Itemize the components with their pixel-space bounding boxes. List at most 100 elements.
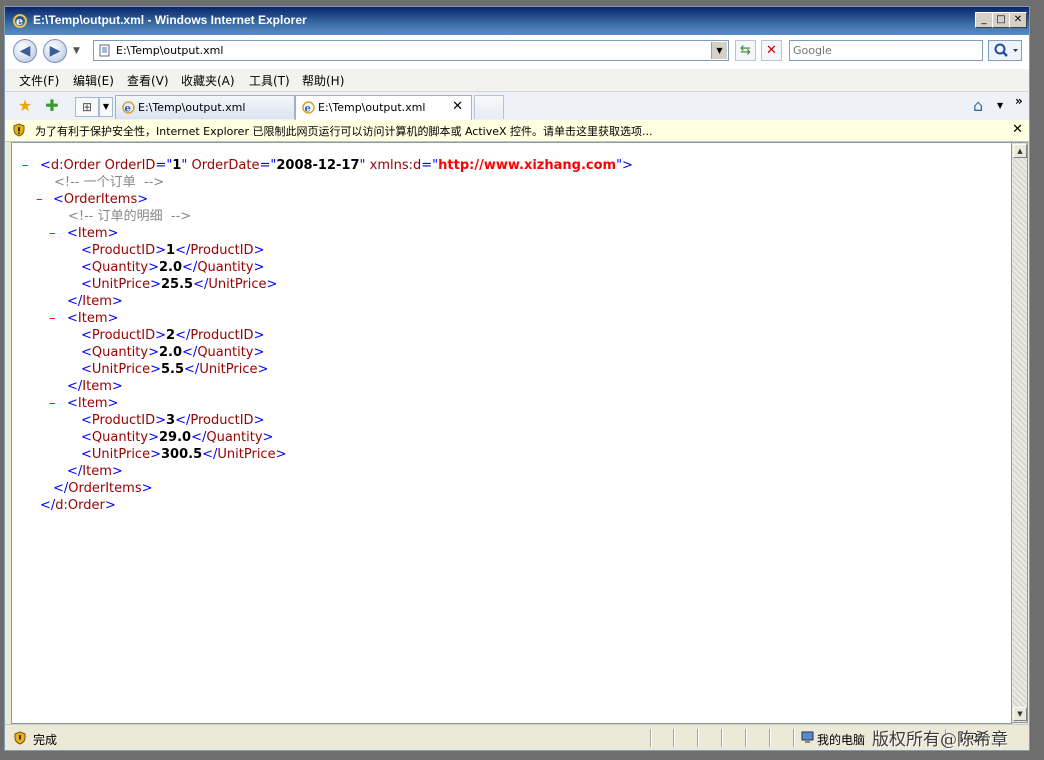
search-box[interactable]	[789, 40, 983, 61]
item-open-tag: <Item>	[67, 226, 119, 241]
field-productid: <ProductID>3</ProductID>	[81, 413, 265, 428]
close-tab-icon[interactable]: ✕	[452, 99, 463, 114]
svg-text:e: e	[305, 104, 311, 115]
watermark: 版权所有@陈希章	[872, 730, 1008, 750]
history-dropdown-icon[interactable]: ▼	[73, 46, 80, 56]
xml-comment: <!-- 一个订单 -->	[54, 175, 165, 190]
back-button[interactable]: ◀	[13, 39, 37, 63]
item-close-tag: </Item>	[67, 464, 123, 479]
ie-window: e E:\Temp\output.xml - Windows Internet …	[4, 6, 1030, 751]
orderitems-open-tag: <OrderItems>	[53, 192, 149, 207]
close-icon: ✕	[1013, 14, 1023, 25]
xml-comment: <!-- 订单的明细 -->	[68, 209, 192, 224]
vertical-scrollbar[interactable]: ▲ ▼	[1011, 142, 1028, 723]
minimize-button[interactable]: _	[975, 12, 993, 28]
item-open-tag: <Item>	[67, 396, 119, 411]
ie-page-icon: e	[122, 101, 135, 115]
add-favorite-icon[interactable]: ✚	[42, 96, 62, 116]
chevron-down-icon: ▼	[716, 46, 723, 55]
quick-tabs-button[interactable]: ⊞	[75, 97, 99, 117]
field-quantity: <Quantity>2.0</Quantity>	[81, 260, 265, 275]
close-window-button[interactable]: ✕	[1009, 12, 1027, 28]
window-title: E:\Temp\output.xml - Windows Internet Ex…	[33, 13, 307, 27]
favorites-star-icon[interactable]: ★	[15, 96, 35, 116]
refresh-button[interactable]: ⇆	[735, 40, 756, 61]
menu-favorites[interactable]: 收藏夹(A)	[181, 72, 235, 89]
status-divider	[769, 729, 771, 747]
address-input[interactable]	[116, 43, 706, 58]
status-divider	[697, 729, 699, 747]
collapse-toggle[interactable]: –	[36, 191, 43, 208]
tab-1[interactable]: e E:\Temp\output.xml	[115, 95, 295, 119]
shield-warning-icon	[14, 731, 26, 745]
field-unitprice: <UnitPrice>5.5</UnitPrice>	[81, 362, 269, 377]
menu-tools[interactable]: 工具(T)	[249, 72, 290, 89]
scroll-up-button[interactable]: ▲	[1013, 144, 1027, 158]
item-close-tag: </Item>	[67, 294, 123, 309]
collapse-toggle[interactable]: –	[49, 225, 56, 242]
status-text: 完成	[33, 733, 58, 747]
tab-list-dropdown[interactable]: ▼	[99, 97, 113, 117]
field-quantity: <Quantity>29.0</Quantity>	[81, 430, 274, 445]
menu-help[interactable]: 帮助(H)	[302, 72, 344, 89]
menu-bar: 文件(F) 编辑(E) 查看(V) 收藏夹(A) 工具(T) 帮助(H)	[5, 69, 1029, 92]
menu-edit[interactable]: 编辑(E)	[73, 72, 114, 89]
address-bar[interactable]: ▼	[93, 40, 729, 61]
ie-page-icon: e	[302, 101, 315, 115]
item-open-tag: <Item>	[67, 311, 119, 326]
maximize-button[interactable]: □	[992, 12, 1010, 28]
status-divider	[673, 729, 675, 747]
forward-button[interactable]: ▶	[43, 39, 67, 63]
status-divider	[650, 729, 652, 747]
search-input[interactable]	[793, 43, 979, 58]
more-tools-chevron-icon[interactable]: »	[1015, 94, 1023, 108]
stop-icon: ✕	[766, 43, 777, 58]
svg-text:e: e	[125, 104, 131, 115]
collapse-toggle[interactable]: –	[49, 310, 56, 327]
home-icon[interactable]: ⌂	[973, 96, 983, 115]
item-close-tag: </Item>	[67, 379, 123, 394]
scroll-down-button[interactable]: ▼	[1013, 707, 1027, 721]
home-dropdown-icon[interactable]: ▼	[997, 101, 1003, 110]
maximize-icon: □	[996, 14, 1006, 25]
tab-row: ★ ✚ ⊞ ▼ e E:\Temp\output.xml e E:\Temp\o…	[5, 92, 1029, 121]
status-divider	[721, 729, 723, 747]
computer-icon	[801, 731, 814, 743]
security-zone[interactable]: 我的电脑	[817, 731, 865, 748]
svg-text:e: e	[16, 15, 23, 28]
information-bar-text: 为了有利于保护安全性，Internet Explorer 已限制此网页运行可以访…	[35, 125, 653, 138]
tab-2[interactable]: e E:\Temp\output.xml ✕	[295, 95, 472, 120]
search-icon	[994, 43, 1018, 57]
status-divider	[793, 729, 795, 747]
stop-button[interactable]: ✕	[761, 40, 782, 61]
menu-view[interactable]: 查看(V)	[127, 72, 169, 89]
field-quantity: <Quantity>2.0</Quantity>	[81, 345, 265, 360]
tab-label: E:\Temp\output.xml	[318, 101, 426, 114]
collapse-toggle[interactable]: –	[22, 157, 29, 174]
minimize-icon: _	[981, 14, 987, 25]
information-bar[interactable]: 为了有利于保护安全性，Internet Explorer 已限制此网页运行可以访…	[5, 120, 1029, 142]
address-row: ◀ ▶ ▼ ▼ ⇆ ✕	[5, 35, 1029, 69]
field-productid: <ProductID>2</ProductID>	[81, 328, 265, 343]
status-divider	[745, 729, 747, 747]
menu-file[interactable]: 文件(F)	[19, 72, 59, 89]
search-button[interactable]	[988, 40, 1022, 61]
quick-tabs-icon: ⊞	[81, 100, 93, 114]
collapse-toggle[interactable]: –	[49, 395, 56, 412]
page-icon	[99, 44, 110, 57]
ie-logo-icon: e	[13, 14, 27, 28]
tab-label: E:\Temp\output.xml	[138, 101, 246, 114]
title-bar: e E:\Temp\output.xml - Windows Internet …	[5, 7, 1029, 35]
xml-viewer: – <d:Order OrderID="1" OrderDate="2008-1…	[11, 142, 1012, 724]
root-open-tag: <d:Order OrderID="1" OrderDate="2008-12-…	[40, 158, 633, 173]
new-tab-button[interactable]	[474, 95, 504, 119]
back-arrow-icon: ◀	[19, 43, 31, 59]
shield-warning-icon	[13, 123, 25, 137]
arrow-up-icon: ▲	[1017, 147, 1023, 155]
arrow-down-icon: ▼	[1017, 710, 1023, 718]
refresh-icon: ⇆	[740, 43, 751, 58]
address-dropdown-button[interactable]: ▼	[711, 42, 727, 59]
forward-arrow-icon: ▶	[49, 43, 61, 59]
field-unitprice: <UnitPrice>300.5</UnitPrice>	[81, 447, 287, 462]
close-infobar-icon[interactable]: ✕	[1012, 122, 1023, 137]
